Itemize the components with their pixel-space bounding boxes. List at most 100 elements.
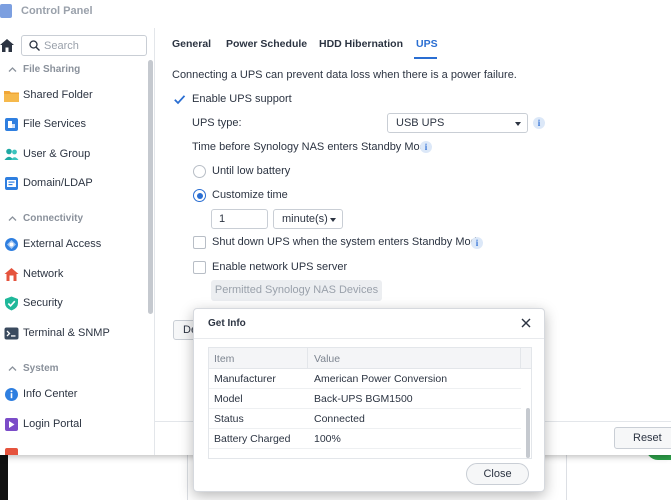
- enable-ups-checkbox[interactable]: [173, 93, 186, 106]
- column-divider[interactable]: [520, 348, 521, 369]
- shield-icon: [5, 296, 18, 311]
- cell-value: American Power Conversion: [314, 373, 448, 385]
- until-low-battery-radio[interactable]: [193, 165, 206, 178]
- reset-button[interactable]: Reset: [614, 427, 671, 449]
- cell-value: Connected: [314, 413, 365, 425]
- file-services-icon: [5, 118, 18, 131]
- login-portal-icon: [5, 418, 18, 431]
- column-header-value[interactable]: Value: [314, 353, 340, 365]
- sidebar-item-security[interactable]: Security: [0, 291, 148, 317]
- close-button[interactable]: Close: [466, 463, 529, 485]
- close-icon[interactable]: [520, 317, 532, 329]
- sidebar-item-label: Network: [23, 268, 64, 280]
- grid-header: Item Value: [209, 348, 531, 369]
- time-unit-select[interactable]: minute(s): [273, 209, 343, 229]
- column-divider[interactable]: [307, 348, 308, 369]
- desktop-divider: [566, 455, 567, 500]
- sidebar-item-label: Info Center: [23, 388, 78, 400]
- terminal-icon: [4, 327, 19, 340]
- tab-hdd-hibernation[interactable]: HDD Hibernation: [319, 38, 403, 50]
- time-value-input[interactable]: [219, 212, 259, 226]
- customize-time-radio[interactable]: [193, 189, 206, 202]
- sidebar-item-login-portal[interactable]: Login Portal: [0, 412, 148, 438]
- permitted-devices-button[interactable]: Permitted Synology NAS Devices: [211, 280, 382, 301]
- section-system[interactable]: System: [0, 359, 148, 379]
- section-label: Connectivity: [23, 213, 84, 224]
- shutdown-info-icon[interactable]: [471, 237, 483, 249]
- ups-type-value: USB UPS: [396, 117, 445, 129]
- sidebar-item-shared-folder[interactable]: Shared Folder: [0, 83, 148, 109]
- cell-item: Manufacturer: [214, 373, 276, 385]
- chevron-up-icon: [8, 366, 17, 371]
- home-icon[interactable]: [0, 37, 14, 53]
- sidebar-item-domain-ldap[interactable]: Domain/LDAP: [0, 171, 148, 197]
- shutdown-ups-label: Shut down UPS when the system enters Sta…: [212, 236, 483, 248]
- cell-item: Model: [214, 393, 243, 405]
- get-info-dialog: Get Info Item Value Manufacturer America…: [193, 308, 545, 492]
- sidebar-item-user-group[interactable]: User & Group: [0, 142, 148, 168]
- sidebar-item-file-services[interactable]: File Services: [0, 112, 148, 138]
- sidebar-item-terminal-snmp[interactable]: Terminal & SNMP: [0, 321, 148, 347]
- ups-type-label: UPS type:: [192, 117, 242, 129]
- network-ups-server-label: Enable network UPS server: [212, 261, 348, 273]
- cell-value: Back-UPS BGM1500: [314, 393, 413, 405]
- customize-time-label: Customize time: [212, 189, 288, 201]
- grid-scrollbar[interactable]: [526, 408, 530, 458]
- sidebar: File Sharing Shared Folder File Services…: [0, 28, 155, 455]
- tab-ups[interactable]: UPS: [416, 38, 438, 50]
- network-ups-server-checkbox[interactable]: [193, 261, 206, 274]
- column-header-item[interactable]: Item: [214, 353, 234, 365]
- table-row[interactable]: Status Connected: [209, 409, 521, 429]
- sidebar-item-label: External Access: [23, 238, 102, 250]
- sidebar-item-label: Terminal & SNMP: [23, 327, 110, 339]
- tab-power-schedule[interactable]: Power Schedule: [226, 38, 307, 50]
- section-label: File Sharing: [23, 64, 81, 75]
- domain-ldap-icon: [5, 177, 18, 190]
- cell-item: Battery Charged: [214, 433, 291, 445]
- user-group-icon: [4, 148, 19, 160]
- ups-type-info-icon[interactable]: [533, 117, 545, 129]
- dropdown-caret-icon: [330, 218, 336, 222]
- tab-bar: General Power Schedule HDD Hibernation U…: [155, 28, 671, 60]
- sidebar-item-external-access[interactable]: External Access: [0, 232, 148, 258]
- section-label: System: [23, 363, 59, 374]
- cell-item: Status: [214, 413, 244, 425]
- ups-type-select[interactable]: USB UPS: [387, 113, 528, 133]
- sidebar-item-label: Login Portal: [23, 418, 82, 430]
- table-row[interactable]: Manufacturer American Power Conversion: [209, 369, 521, 389]
- sidebar-item-partial[interactable]: [0, 442, 148, 455]
- sidebar-item-label: Domain/LDAP: [23, 177, 93, 189]
- standby-info-icon[interactable]: [420, 141, 432, 153]
- sidebar-scrollbar[interactable]: [148, 60, 153, 314]
- search-icon: [29, 40, 40, 51]
- tab-general[interactable]: General: [172, 38, 211, 50]
- dropdown-caret-icon: [515, 122, 521, 126]
- desktop-edge: [0, 455, 8, 500]
- control-panel-app-icon: [0, 4, 12, 18]
- table-row[interactable]: Model Back-UPS BGM1500: [209, 389, 521, 409]
- shutdown-ups-checkbox[interactable]: [193, 236, 206, 249]
- cell-value: 100%: [314, 433, 341, 445]
- enable-ups-label: Enable UPS support: [192, 93, 292, 105]
- section-connectivity[interactable]: Connectivity: [0, 209, 148, 229]
- sidebar-item-label: User & Group: [23, 148, 91, 160]
- active-tab-indicator: [414, 57, 437, 59]
- ups-description: Connecting a UPS can prevent data loss w…: [172, 69, 517, 81]
- time-value-field[interactable]: [211, 209, 268, 229]
- sidebar-item-label: File Services: [23, 118, 86, 130]
- sidebar-item-info-center[interactable]: Info Center: [0, 382, 148, 408]
- info-grid: Item Value Manufacturer American Power C…: [208, 347, 532, 459]
- search-box[interactable]: [21, 35, 147, 56]
- dialog-header-divider: [194, 338, 544, 339]
- chevron-up-icon: [8, 216, 17, 221]
- app-icon: [5, 448, 18, 455]
- external-access-icon: [5, 238, 18, 251]
- sidebar-item-label: Security: [23, 297, 63, 309]
- sidebar-item-label: Shared Folder: [23, 89, 93, 101]
- search-input[interactable]: [44, 38, 142, 53]
- table-row[interactable]: Battery Charged 100%: [209, 429, 521, 449]
- chevron-up-icon: [8, 67, 17, 72]
- sidebar-item-network[interactable]: Network: [0, 262, 148, 288]
- section-file-sharing[interactable]: File Sharing: [0, 60, 148, 80]
- desktop-divider: [187, 455, 188, 500]
